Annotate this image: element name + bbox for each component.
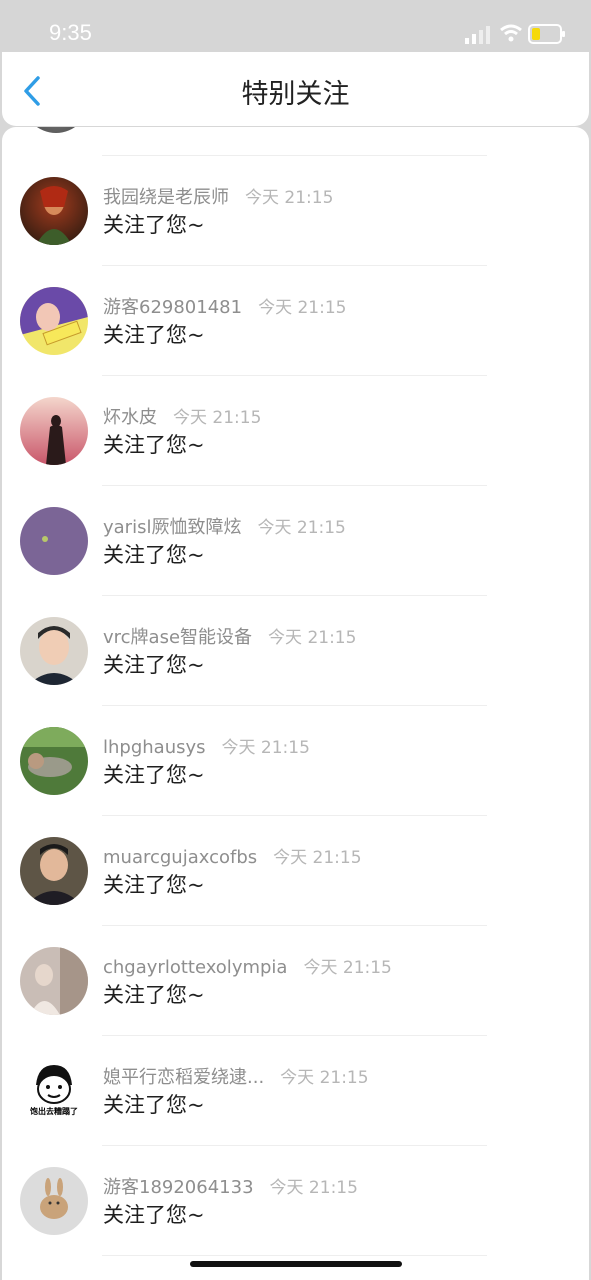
divider xyxy=(102,925,487,926)
timestamp: 今天 21:15 xyxy=(173,408,262,428)
user-name[interactable]: 媳平行恋稻爱绕逮... xyxy=(103,1067,264,1088)
list-item[interactable]: 游客629801481 今天 21:15 关注了您~ xyxy=(2,271,589,381)
action-text: 关注了您~ xyxy=(103,1203,205,1227)
list-item[interactable]: chgayrlottexolympia 今天 21:15 关注了您~ xyxy=(2,931,589,1041)
timestamp: 今天 21:15 xyxy=(221,738,310,758)
list-item[interactable]: muarcgujaxcofbs 今天 21:15 关注了您~ xyxy=(2,821,589,931)
divider xyxy=(102,1145,487,1146)
divider xyxy=(102,375,487,376)
avatar-caption: 饱出去糟蹋了 xyxy=(30,1107,78,1116)
divider xyxy=(102,485,487,486)
wifi-icon xyxy=(500,24,522,42)
avatar[interactable] xyxy=(20,1167,88,1235)
list-item[interactable]: 饱出去糟蹋了 媳平行恋稻爱绕逮... 今天 21:15 关注了您~ xyxy=(2,1041,589,1151)
divider xyxy=(102,265,487,266)
timestamp: 今天 21:15 xyxy=(280,1068,369,1088)
list-item[interactable]: yarisl厥恤致障炫 今天 21:15 关注了您~ xyxy=(2,491,589,601)
list-item[interactable]: lhpghausys 今天 21:15 关注了您~ xyxy=(2,711,589,821)
avatar[interactable]: 饱出去糟蹋了 xyxy=(20,1057,88,1125)
action-text: 关注了您~ xyxy=(103,323,205,347)
timestamp: 今天 21:15 xyxy=(258,298,347,318)
user-name[interactable]: 炋水皮 xyxy=(103,407,157,428)
status-bar: 9:35 xyxy=(0,0,591,52)
action-text: 关注了您~ xyxy=(103,873,205,897)
avatar[interactable] xyxy=(23,127,89,133)
user-name[interactable]: 游客629801481 xyxy=(103,297,242,318)
list-item[interactable]: vrc牌ase智能设备 今天 21:15 关注了您~ xyxy=(2,601,589,711)
list-item[interactable]: 我园绕是老辰师 今天 21:15 关注了您~ xyxy=(2,161,589,271)
avatar[interactable] xyxy=(20,947,88,1015)
user-name[interactable]: lhpghausys xyxy=(103,737,206,758)
timestamp: 今天 21:15 xyxy=(245,188,334,208)
status-time: 9:35 xyxy=(49,20,92,45)
user-name[interactable]: yarisl厥恤致障炫 xyxy=(103,517,241,538)
action-text: 关注了您~ xyxy=(103,543,205,567)
user-name[interactable]: 我园绕是老辰师 xyxy=(103,187,229,208)
timestamp: 今天 21:15 xyxy=(269,1178,358,1198)
timestamp: 今天 21:15 xyxy=(303,958,392,978)
action-text: 关注了您~ xyxy=(103,213,205,237)
nav-bar: 特别关注 xyxy=(2,52,589,126)
action-text: 关注了您~ xyxy=(103,653,205,677)
signal-icon xyxy=(465,26,490,44)
avatar[interactable] xyxy=(20,727,88,795)
avatar[interactable] xyxy=(20,617,88,685)
avatar[interactable] xyxy=(20,177,88,245)
page-title: 特别关注 xyxy=(241,79,350,110)
avatar[interactable] xyxy=(20,507,88,575)
timestamp: 今天 21:15 xyxy=(273,848,362,868)
action-text: 关注了您~ xyxy=(103,433,205,457)
list-item[interactable]: 游客1892064133 今天 21:15 关注了您~ xyxy=(2,1151,589,1261)
timestamp: 今天 21:15 xyxy=(268,628,357,648)
avatar[interactable] xyxy=(20,837,88,905)
user-name[interactable]: muarcgujaxcofbs xyxy=(103,847,257,868)
notification-list[interactable]: 我园绕是老辰师 今天 21:15 关注了您~ 游客629801481 今天 21:1… xyxy=(2,127,589,1280)
divider xyxy=(102,595,487,596)
divider xyxy=(102,705,487,706)
home-indicator[interactable] xyxy=(190,1261,402,1267)
divider xyxy=(102,1035,487,1036)
divider xyxy=(102,815,487,816)
user-name[interactable]: 游客1892064133 xyxy=(103,1177,254,1198)
divider xyxy=(102,155,487,156)
user-name[interactable]: vrc牌ase智能设备 xyxy=(103,627,252,648)
action-text: 关注了您~ xyxy=(103,763,205,787)
action-text: 关注了您~ xyxy=(103,983,205,1007)
timestamp: 今天 21:15 xyxy=(257,518,346,538)
user-name[interactable]: chgayrlottexolympia xyxy=(103,957,287,978)
divider xyxy=(102,1255,487,1256)
avatar[interactable] xyxy=(20,397,88,465)
avatar[interactable] xyxy=(20,287,88,355)
action-text: 关注了您~ xyxy=(103,1093,205,1117)
battery-icon xyxy=(528,24,565,44)
list-item[interactable]: 炋水皮 今天 21:15 关注了您~ xyxy=(2,381,589,491)
